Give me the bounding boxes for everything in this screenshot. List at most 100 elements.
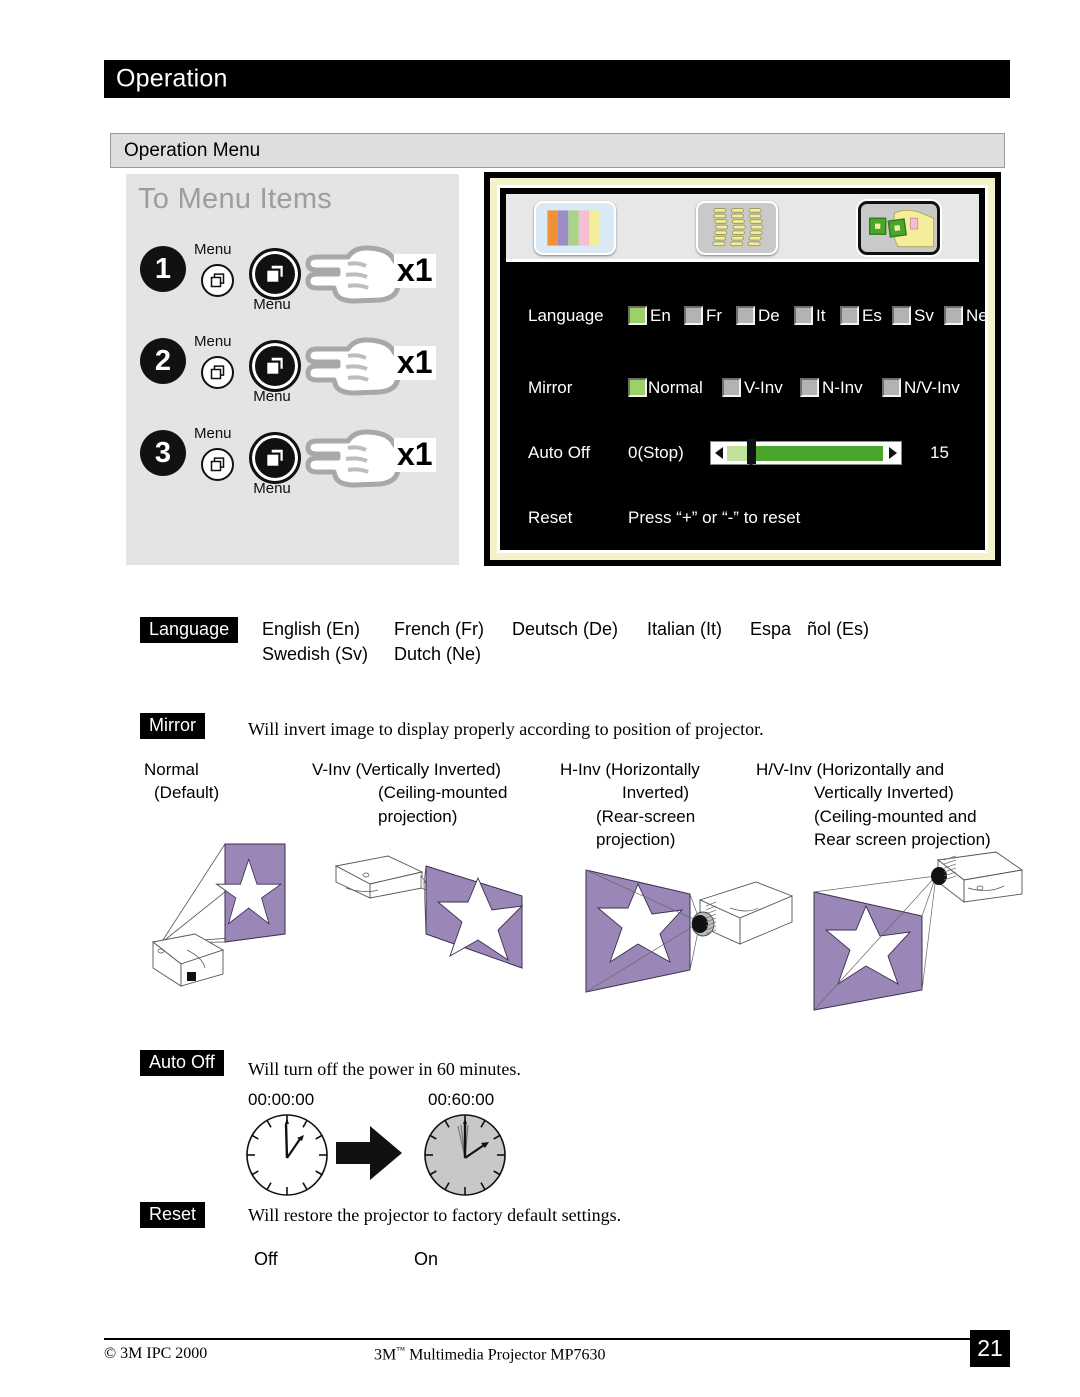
language-item: Dutch (Ne) bbox=[394, 644, 482, 664]
clock-start-icon bbox=[246, 1114, 328, 1196]
osd-language-option-it[interactable]: It bbox=[794, 306, 825, 326]
menu-button-large[interactable] bbox=[249, 248, 301, 300]
osd-language-option-ne[interactable]: Ne bbox=[944, 306, 988, 326]
menu-windows-icon bbox=[265, 263, 285, 284]
reset-description: Will restore the projector to factory de… bbox=[248, 1205, 622, 1225]
osd-reset-label: Reset bbox=[528, 508, 573, 527]
checkbox-icon bbox=[800, 378, 819, 397]
footer-product-name: Multimedia Projector MP7630 bbox=[405, 1346, 606, 1364]
osd-auto-off-max-label: 15 bbox=[930, 443, 949, 462]
reset-off-label: Off bbox=[254, 1249, 278, 1269]
projector-rear-screen-illustration bbox=[585, 869, 794, 993]
mirror-column-caption-normal: Normal (Default) bbox=[144, 760, 220, 803]
auto-off-slider[interactable] bbox=[710, 439, 902, 467]
clock-end-icon bbox=[424, 1114, 506, 1196]
manual-page: Operation Operation Menu To Menu Items 1… bbox=[0, 0, 1080, 1397]
trademark-symbol: ™ bbox=[396, 1345, 406, 1355]
mirror-column-caption-v-inv: V-Inv (Vertically Inverted) (Ceiling-mou… bbox=[312, 760, 508, 826]
osd-language-label: Language bbox=[528, 306, 604, 325]
step-number-badge: 3 bbox=[140, 430, 186, 476]
menu-windows-icon bbox=[210, 273, 225, 288]
checkbox-icon bbox=[892, 306, 911, 325]
osd-menu-illustration: Language En Fr De It Es Sv Ne Mirror Nor… bbox=[484, 172, 1001, 566]
step-row: 3 Menu Menu x1 bbox=[126, 416, 459, 508]
projector-ceiling-rear-illustration bbox=[813, 851, 1023, 1011]
step-row: 2 Menu Menu x1 bbox=[126, 324, 459, 416]
menu-button-caption: Menu bbox=[253, 388, 291, 405]
osd-language-option-es[interactable]: Es bbox=[840, 306, 882, 326]
menu-button-large[interactable] bbox=[249, 432, 301, 484]
language-item: Italian (It) bbox=[647, 619, 723, 639]
steps-panel-title: To Menu Items bbox=[138, 183, 333, 215]
footer-product-line: 3M™ Multimedia Projector MP7630 bbox=[374, 1345, 606, 1364]
osd-auto-off-label: Auto Off bbox=[528, 443, 591, 462]
osd-icon-bar bbox=[506, 194, 979, 262]
reset-section-tag-wrap: Reset bbox=[140, 1202, 206, 1228]
projector-ceiling-illustration bbox=[334, 855, 524, 969]
mirror-section-tag: Mirror bbox=[140, 713, 205, 739]
language-item: Deutsch (De) bbox=[512, 619, 619, 639]
slider-increase-arrow-icon[interactable] bbox=[889, 447, 897, 459]
color-bars-icon[interactable] bbox=[534, 201, 616, 255]
auto-off-section-tag: Auto Off bbox=[140, 1050, 224, 1076]
operation-hand-icon[interactable] bbox=[858, 201, 940, 255]
osd-auto-off-min-label: 0(Stop) bbox=[628, 443, 684, 462]
checkbox-icon bbox=[794, 306, 813, 325]
osd-language-option-sv[interactable]: Sv bbox=[892, 306, 934, 326]
language-section-tag: Language bbox=[140, 617, 239, 643]
checkbox-icon bbox=[944, 306, 963, 325]
menu-windows-icon bbox=[265, 447, 285, 468]
reset-section-tag: Reset bbox=[140, 1202, 206, 1228]
projector-front-table-illustration bbox=[151, 843, 286, 987]
auto-off-description: Will turn off the power in 60 minutes. bbox=[248, 1059, 521, 1079]
checkbox-icon bbox=[684, 306, 703, 325]
checkbox-icon bbox=[628, 378, 647, 397]
step-number-badge: 2 bbox=[140, 338, 186, 384]
checkbox-icon bbox=[722, 378, 741, 397]
mirror-section-tag-wrap: Mirror bbox=[140, 713, 205, 739]
osd-language-option-fr[interactable]: Fr bbox=[684, 306, 722, 326]
osd-language-option-en[interactable]: En bbox=[628, 306, 671, 326]
page-number-badge: 21 bbox=[970, 1330, 1010, 1367]
language-item: ñol (Es) bbox=[807, 619, 870, 639]
osd-mirror-option-normal[interactable]: Normal bbox=[628, 378, 703, 398]
auto-off-section-tag-wrap: Auto Off bbox=[140, 1050, 224, 1076]
osd-mirror-option-nv-inv[interactable]: N/V-Inv bbox=[882, 378, 960, 398]
press-count-label: x1 bbox=[394, 437, 436, 472]
section-header-box: Operation Menu bbox=[110, 133, 1005, 168]
arrow-right-icon bbox=[336, 1126, 402, 1180]
osd-mirror-label: Mirror bbox=[528, 378, 573, 397]
slider-track-fill bbox=[755, 446, 883, 461]
menu-button-large[interactable] bbox=[249, 340, 301, 392]
step-small-label: Menu bbox=[194, 241, 232, 258]
osd-mirror-option-n-inv[interactable]: N-Inv bbox=[800, 378, 863, 398]
menu-windows-icon bbox=[265, 355, 285, 376]
press-count-label: x1 bbox=[394, 345, 436, 380]
mirror-description: Will invert image to display properly ac… bbox=[248, 719, 764, 739]
menu-button-small[interactable] bbox=[201, 264, 234, 297]
menu-button-small[interactable] bbox=[201, 356, 234, 389]
footer-copyright: © 3M IPC 2000 bbox=[104, 1345, 208, 1362]
mirror-column-caption-h-inv: H-Inv (Horizontally Inverted) (Rear-scre… bbox=[560, 760, 700, 850]
slider-decrease-arrow-icon[interactable] bbox=[715, 447, 723, 459]
menu-windows-icon bbox=[210, 365, 225, 380]
language-item: French (Fr) bbox=[394, 619, 484, 639]
to-menu-items-panel: To Menu Items 1 Menu Menu x1 2 Menu Menu… bbox=[126, 174, 459, 565]
menu-button-small[interactable] bbox=[201, 448, 234, 481]
menu-button-caption: Menu bbox=[253, 480, 291, 497]
mirror-column-caption-hv-inv: H/V-Inv (Horizontally and Vertically Inv… bbox=[756, 760, 991, 850]
osd-language-option-de[interactable]: De bbox=[736, 306, 780, 326]
footer-brand: 3M bbox=[374, 1346, 397, 1364]
osd-screen: Language En Fr De It Es Sv Ne Mirror Nor… bbox=[500, 188, 988, 550]
keystone-icon[interactable] bbox=[696, 201, 778, 255]
step-small-label: Menu bbox=[194, 425, 232, 442]
osd-mirror-option-v-inv[interactable]: V-Inv bbox=[722, 378, 783, 398]
auto-off-end-time: 00:60:00 bbox=[428, 1090, 495, 1109]
section-title: Operation Menu bbox=[124, 139, 261, 161]
language-item: Espa bbox=[750, 619, 792, 639]
press-count-label: x1 bbox=[394, 253, 436, 288]
checkbox-icon bbox=[736, 306, 755, 325]
auto-off-start-time: 00:00:00 bbox=[248, 1090, 315, 1109]
language-item: English (En) bbox=[262, 619, 361, 639]
slider-knob[interactable] bbox=[747, 439, 756, 467]
